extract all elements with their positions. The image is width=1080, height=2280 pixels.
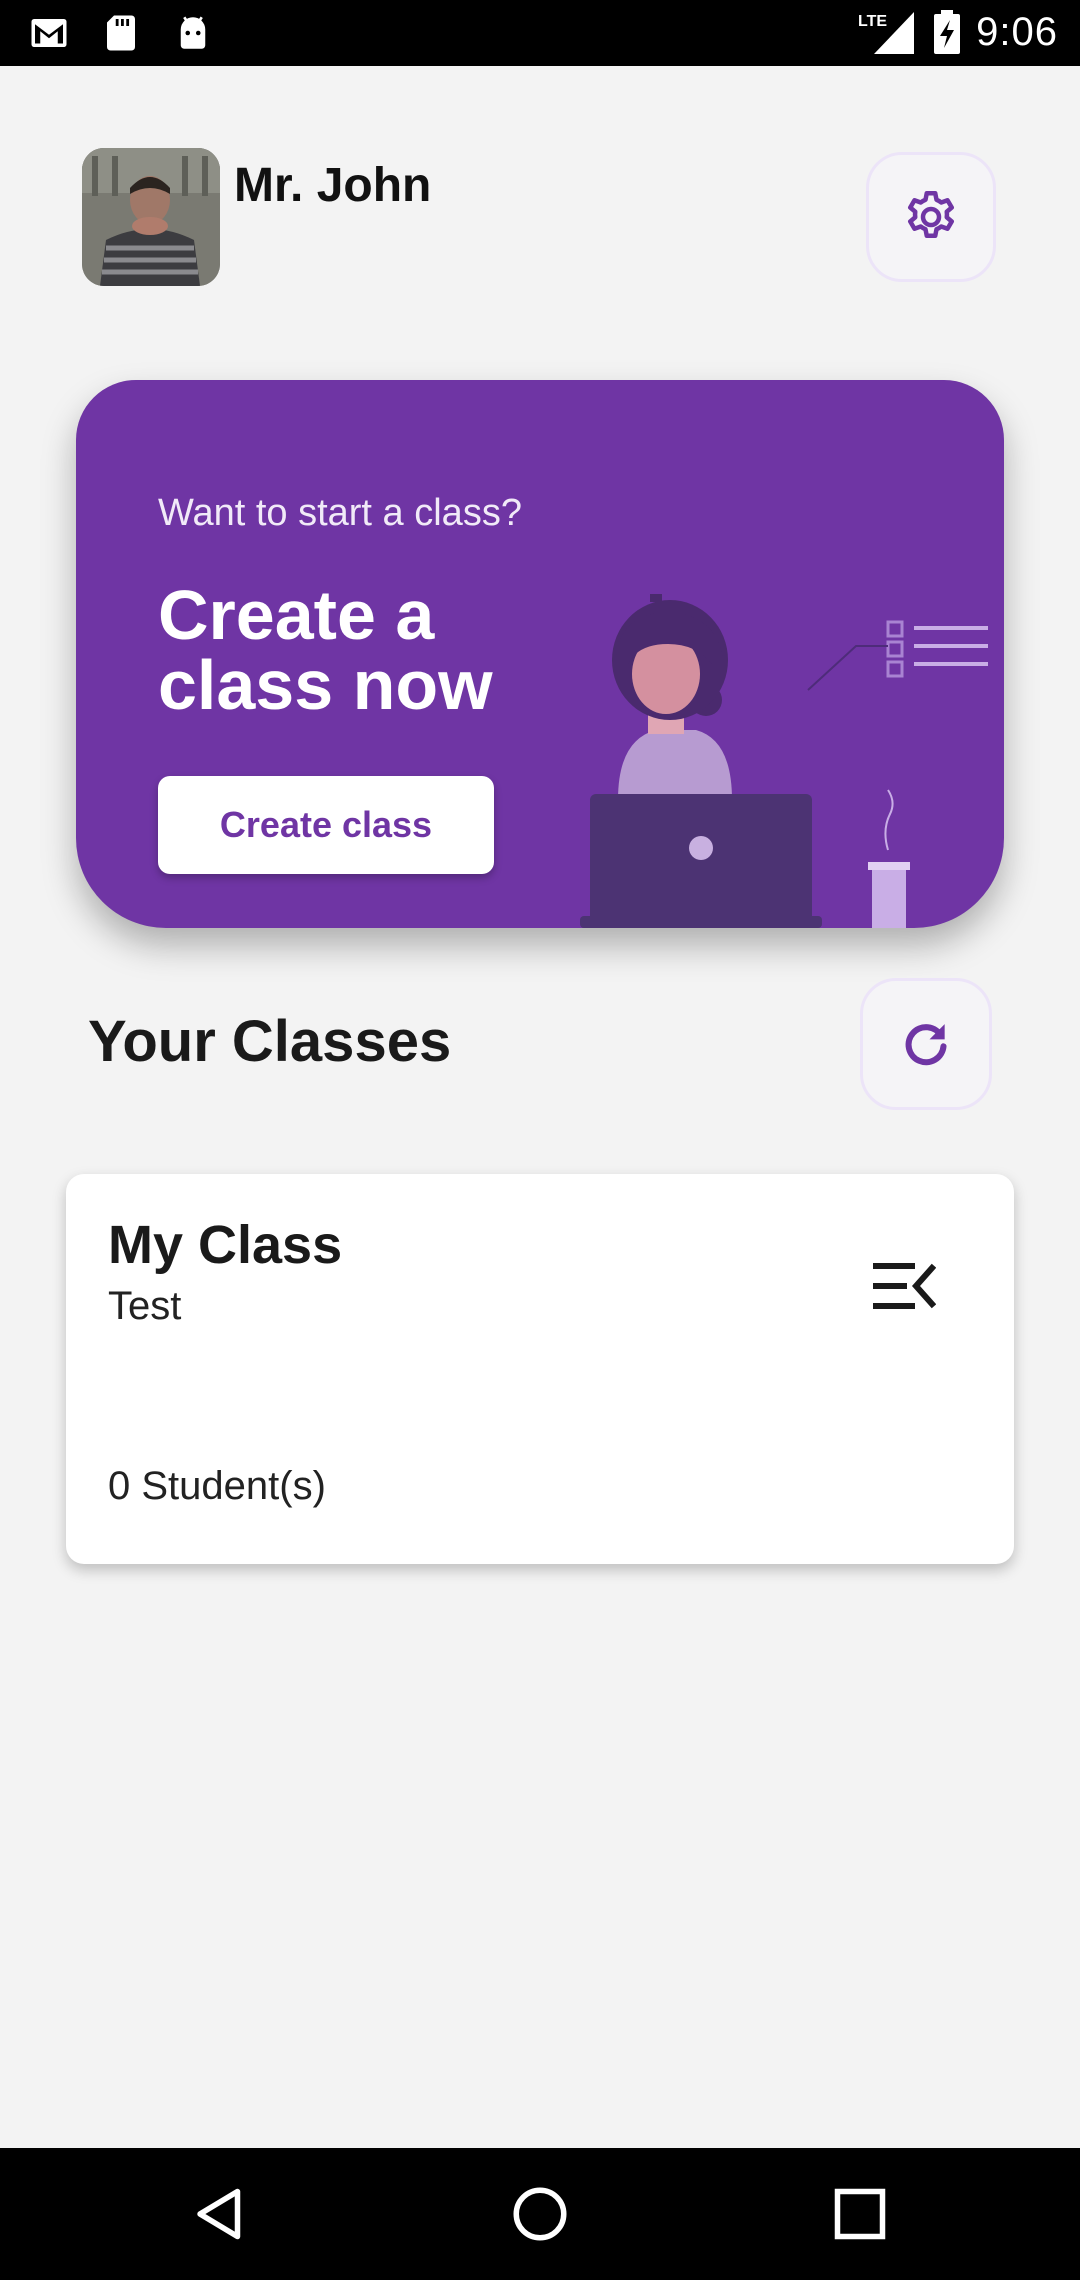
- navigation-bar: [0, 2148, 1080, 2280]
- banner-subtitle: Want to start a class?: [158, 492, 522, 534]
- clock: 9:06: [976, 9, 1058, 54]
- class-card[interactable]: My Class Test 0 Student(s): [66, 1174, 1014, 1564]
- user-name: Mr. John: [234, 159, 432, 212]
- user-photo: [82, 148, 220, 286]
- gear-icon: [908, 191, 954, 238]
- back-icon[interactable]: [190, 2184, 250, 2244]
- notification-icons: [28, 12, 214, 54]
- android-icon: [180, 16, 206, 49]
- recents-icon[interactable]: [830, 2184, 890, 2244]
- signal-icon: LTE: [858, 12, 915, 54]
- menu-collapse-icon[interactable]: [872, 1258, 936, 1314]
- system-icons: LTE 9:06: [858, 8, 1058, 56]
- network-type: LTE: [858, 13, 887, 30]
- avatar[interactable]: [82, 148, 220, 286]
- sd-card-icon: [107, 15, 135, 51]
- refresh-icon: [905, 1024, 947, 1066]
- status-bar: LTE 9:06: [0, 0, 1080, 66]
- battery-charging-icon: [934, 10, 961, 54]
- create-class-button[interactable]: Create class: [158, 776, 494, 874]
- gmail-icon: [31, 19, 67, 47]
- refresh-button[interactable]: [860, 978, 992, 1110]
- create-class-banner: Want to start a class? Create a class no…: [76, 380, 1004, 928]
- section-title: Your Classes: [88, 1009, 452, 1074]
- class-name: My Class: [108, 1215, 343, 1275]
- woman-at-laptop-illustration: [580, 594, 988, 928]
- class-subject: Test: [108, 1284, 182, 1328]
- settings-button[interactable]: [866, 152, 996, 282]
- home-icon[interactable]: [510, 2184, 570, 2244]
- student-count: 0 Student(s): [108, 1464, 326, 1508]
